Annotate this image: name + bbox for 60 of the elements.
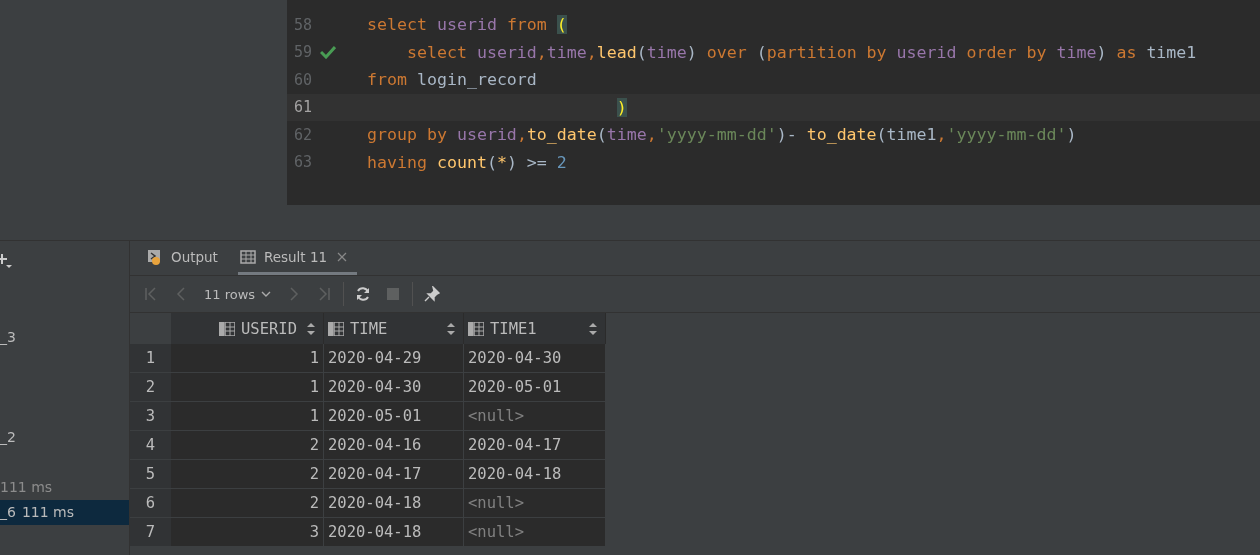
row-number: 1	[130, 344, 171, 373]
line-number: 61	[292, 98, 312, 117]
table-cell: 2020-04-30	[464, 344, 606, 373]
table-cell: 2020-04-18	[464, 460, 606, 489]
code-line: from login_record	[367, 70, 537, 90]
table-cell: 3	[171, 518, 324, 547]
close-icon[interactable]	[337, 251, 348, 262]
column-header[interactable]: TIME1	[464, 313, 606, 344]
line-number: 60	[292, 70, 312, 89]
table-cell: 1	[171, 373, 324, 402]
column-header[interactable]: USERID	[171, 313, 324, 344]
caret-icon	[261, 291, 272, 297]
code-line: having count(*) >= 2	[367, 152, 567, 172]
table-cell: 2020-04-30	[324, 373, 464, 402]
table-cell: 2020-04-18	[324, 518, 464, 547]
history-item[interactable]: _2	[0, 425, 129, 450]
table-cell: <null>	[464, 518, 606, 547]
table-cell: 2020-04-17	[464, 431, 606, 460]
table-cell: <null>	[464, 489, 606, 518]
row-number: 6	[130, 489, 171, 518]
line-number: 59	[292, 43, 312, 62]
history-item[interactable]: _6 111 ms	[0, 500, 129, 525]
row-number: 4	[130, 431, 171, 460]
code-line: select userid from (	[367, 15, 567, 35]
table-cell: 2020-04-16	[324, 431, 464, 460]
add-icon[interactable]	[0, 253, 13, 269]
sort-icon[interactable]	[447, 322, 455, 335]
table-cell: 2020-05-01	[464, 373, 606, 402]
column-header[interactable]: TIME	[324, 313, 464, 344]
table-cell: 2	[171, 489, 324, 518]
column-icon	[328, 321, 344, 336]
table-cell: <null>	[464, 402, 606, 431]
row-number: 3	[130, 402, 171, 431]
history-item[interactable]: 111 ms	[0, 475, 129, 500]
tab[interactable]: Result 11	[237, 241, 358, 275]
column-icon	[219, 321, 235, 336]
row-number: 5	[130, 460, 171, 489]
code-line: group by userid,to_date(time,'yyyy-mm-dd')- to_date(time1,'yyyy-mm-dd')	[367, 125, 1077, 145]
refresh-icon[interactable]	[355, 286, 372, 302]
sort-icon[interactable]	[589, 322, 597, 335]
table-cell: 2020-05-01	[324, 402, 464, 431]
tab[interactable]: Output	[145, 241, 228, 275]
table-cell: 2020-04-18	[324, 489, 464, 518]
table-cell: 1	[171, 344, 324, 373]
table-cell: 2	[171, 460, 324, 489]
row-number: 2	[130, 373, 171, 402]
column-icon	[468, 321, 484, 336]
line-number: 62	[292, 125, 312, 144]
table-cell: 1	[171, 402, 324, 431]
table-cell: 2	[171, 431, 324, 460]
rows-dropdown[interactable]: 11 rows	[200, 286, 276, 302]
history-item[interactable]: _3	[0, 325, 129, 350]
table-cell: 2020-04-17	[324, 460, 464, 489]
table-cell: 2020-04-29	[324, 344, 464, 373]
pin-icon[interactable]	[424, 286, 441, 302]
code-line: select userid,time,lead(time) over (partition by userid order by time) as time1	[405, 42, 1197, 62]
line-number: 63	[292, 153, 312, 172]
sort-icon[interactable]	[307, 322, 315, 335]
row-number: 7	[130, 518, 171, 547]
line-number: 58	[292, 15, 312, 34]
